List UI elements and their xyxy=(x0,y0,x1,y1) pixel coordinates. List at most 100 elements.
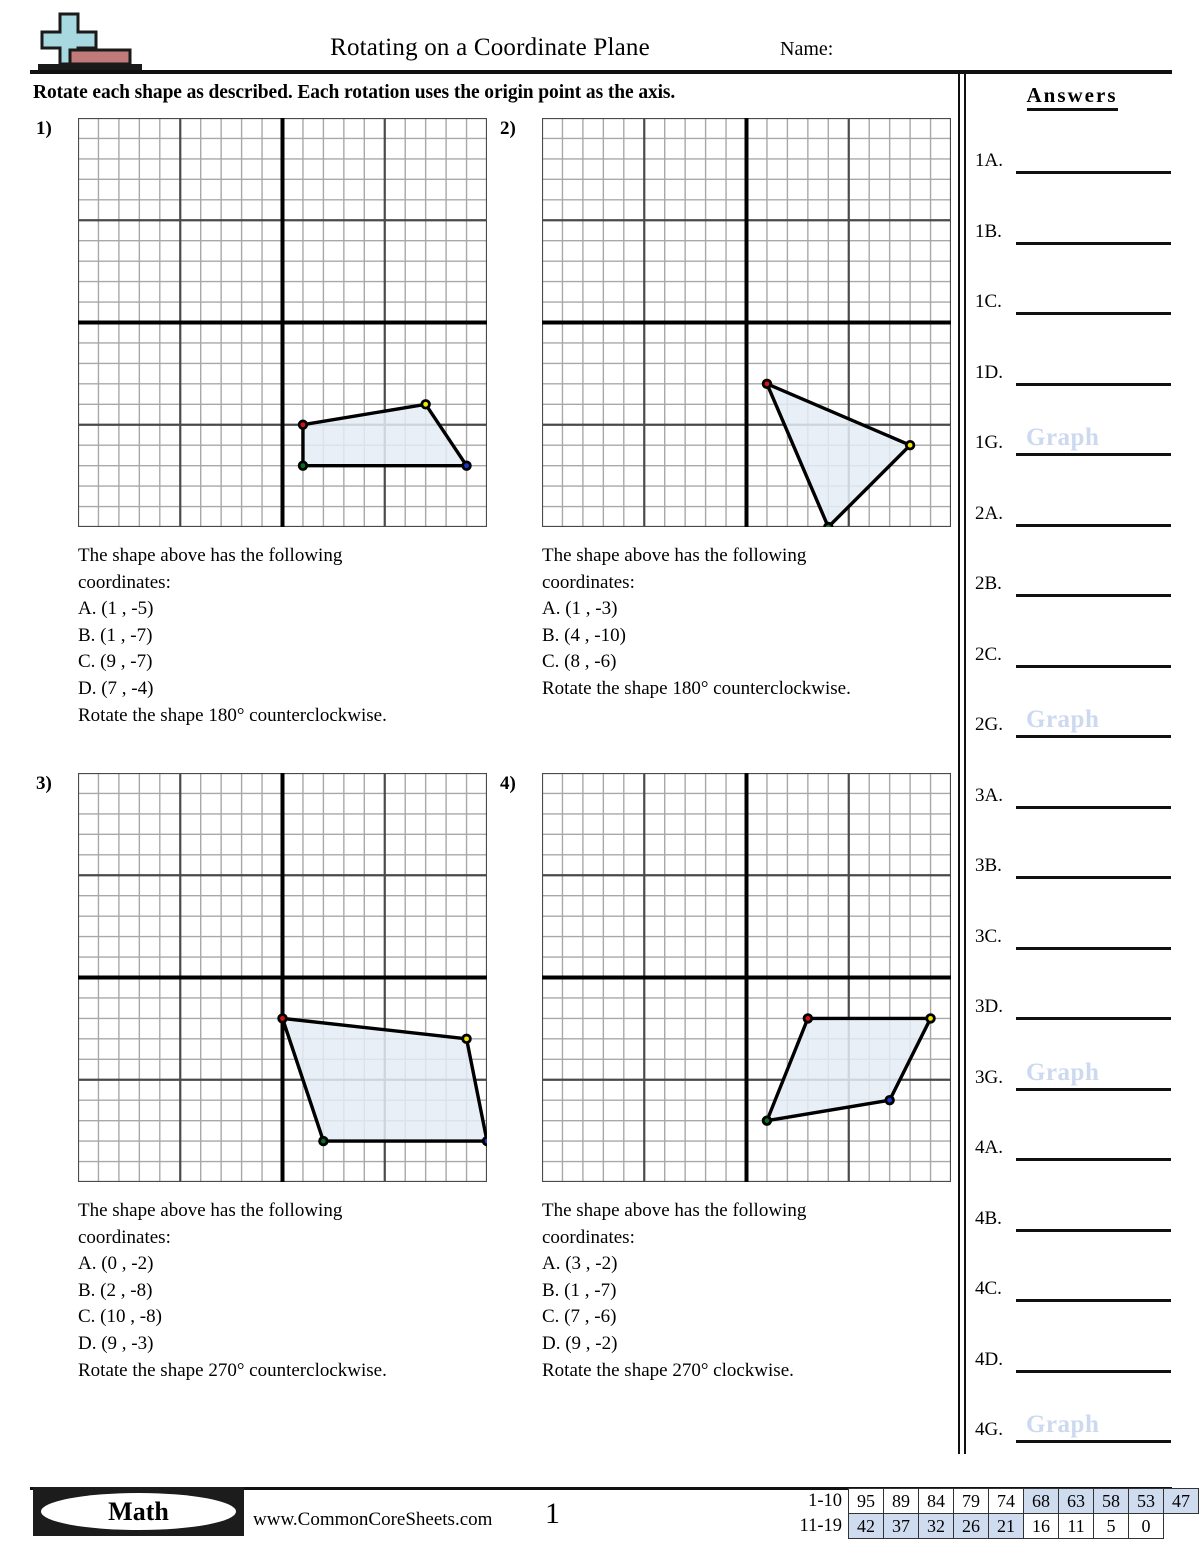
description-line-2: coordinates: xyxy=(78,1226,171,1248)
answer-blank-line[interactable] xyxy=(1016,1440,1171,1443)
answer-blank-line[interactable] xyxy=(1016,594,1171,597)
problem-number: 4) xyxy=(500,773,516,794)
answer-blank-line[interactable] xyxy=(1016,735,1171,738)
answer-label: 2G. xyxy=(975,714,1003,735)
coordinate-item: B. (1 , -7) xyxy=(78,624,153,646)
answer-row[interactable]: 4G. Graph xyxy=(972,1409,1172,1443)
math-logo: Math xyxy=(33,1487,244,1536)
problem-description: The shape above has the following coordin… xyxy=(78,1198,387,1384)
answer-blank-line[interactable] xyxy=(1016,453,1171,456)
coordinate-item: C. (10 , -8) xyxy=(78,1306,162,1328)
score-cell: 58 xyxy=(1093,1488,1129,1514)
answer-label: 4D. xyxy=(975,1348,1003,1370)
score-cell: 32 xyxy=(918,1513,954,1539)
score-row: 11-19 42 37 32 26 21 16 11 5 0 xyxy=(782,1513,1199,1539)
answer-row[interactable]: 3A. xyxy=(972,775,1172,809)
answer-blank-line[interactable] xyxy=(1016,1299,1171,1302)
answer-label: 1G. xyxy=(975,432,1003,453)
description-line-2: coordinates: xyxy=(78,571,171,593)
score-cell: 37 xyxy=(883,1513,919,1539)
graph-container[interactable] xyxy=(78,118,487,527)
answer-row[interactable]: 2A. xyxy=(972,493,1172,527)
answer-blank-line[interactable] xyxy=(1016,312,1171,315)
score-cell: 21 xyxy=(988,1513,1024,1539)
description-line-2: coordinates: xyxy=(542,1226,635,1248)
coordinate-item: D. (7 , -4) xyxy=(78,677,154,699)
answer-row[interactable]: 4A. xyxy=(972,1127,1172,1161)
answer-blank-line[interactable] xyxy=(1016,1087,1171,1091)
problem-number: 1) xyxy=(36,118,52,139)
page-title: Rotating on a Coordinate Plane xyxy=(330,34,650,61)
graph-watermark: Graph xyxy=(1026,1058,1100,1086)
answer-label: 4G. xyxy=(975,1419,1003,1440)
graph-watermark: Graph xyxy=(1026,706,1100,733)
answer-row[interactable]: 3D. xyxy=(972,986,1172,1020)
answers-column: Answers 1A. 1B. 1C. 1D. 1G. Graph 2A. 2B. 2C. 2G.… xyxy=(972,78,1177,1458)
answer-blank-line[interactable] xyxy=(1016,946,1171,950)
answer-blank-line[interactable] xyxy=(1016,1017,1171,1020)
graph-container[interactable] xyxy=(78,773,487,1182)
rotation-instruction: Rotate the shape 180° counterclockwise. xyxy=(78,704,387,726)
graph-container[interactable] xyxy=(542,118,951,527)
answer-blank-line[interactable] xyxy=(1016,171,1171,174)
answer-blank-line[interactable] xyxy=(1016,382,1171,386)
math-logo-text: Math xyxy=(41,1493,236,1530)
coordinate-item: B. (4 , -10) xyxy=(542,624,626,646)
answer-label: 3B. xyxy=(975,855,1002,876)
answer-label: 3A. xyxy=(975,784,1003,806)
answer-row[interactable]: 4D. xyxy=(972,1339,1172,1373)
answer-row[interactable]: 4B. xyxy=(972,1198,1172,1232)
answer-row[interactable]: 3B. xyxy=(972,845,1172,879)
answer-row[interactable]: 3C. xyxy=(972,916,1172,950)
score-cell: 11 xyxy=(1058,1513,1094,1539)
score-cell: 53 xyxy=(1128,1488,1164,1514)
answer-blank-line[interactable] xyxy=(1016,1369,1171,1373)
coordinate-item: B. (1 , -7) xyxy=(542,1279,617,1301)
description-line-1: The shape above has the following xyxy=(78,1200,343,1221)
answer-row[interactable]: 4C. xyxy=(972,1268,1172,1302)
answer-blank-line[interactable] xyxy=(1016,664,1171,668)
coordinate-plane xyxy=(542,118,951,527)
coordinate-plane xyxy=(78,118,487,527)
answer-label: 4B. xyxy=(975,1207,1002,1229)
page-header: Rotating on a Coordinate Plane Name: xyxy=(0,0,1200,74)
coordinate-plane xyxy=(542,773,951,1182)
answer-label: 3D. xyxy=(975,996,1003,1017)
coordinate-item: A. (0 , -2) xyxy=(78,1253,154,1275)
coordinate-item: A. (1 , -3) xyxy=(542,598,618,620)
score-cell: 68 xyxy=(1023,1488,1059,1514)
website-url: www.CommonCoreSheets.com xyxy=(253,1509,493,1530)
answer-blank-line[interactable] xyxy=(1016,1228,1171,1232)
instructions-text: Rotate each shape as described. Each rot… xyxy=(33,82,676,103)
answer-blank-line[interactable] xyxy=(1016,523,1171,527)
score-cell: 74 xyxy=(988,1488,1024,1514)
score-cell: 47 xyxy=(1163,1488,1199,1514)
answer-row[interactable]: 1C. xyxy=(972,281,1172,315)
plus-minus-icon xyxy=(30,6,150,72)
description-line-1: The shape above has the following xyxy=(78,545,343,566)
header-divider xyxy=(30,70,1172,74)
graph-container[interactable] xyxy=(542,773,951,1182)
answer-row[interactable]: 1D. xyxy=(972,352,1172,386)
answer-row[interactable]: 1G. Graph xyxy=(972,422,1172,456)
answer-label: 4C. xyxy=(975,1278,1002,1299)
answer-row[interactable]: 1B. xyxy=(972,211,1172,245)
problem-description: The shape above has the following coordin… xyxy=(78,543,387,729)
name-label[interactable]: Name: xyxy=(780,38,833,61)
answer-blank-line[interactable] xyxy=(1016,805,1171,809)
answer-row[interactable]: 2G. Graph xyxy=(972,704,1172,738)
score-row: 1-10 95 89 84 79 74 68 63 58 53 47 xyxy=(782,1488,1199,1514)
rotation-instruction: Rotate the shape 270° clockwise. xyxy=(542,1359,794,1381)
answers-heading: Answers xyxy=(972,83,1172,111)
answer-row[interactable]: 1A. xyxy=(972,140,1172,174)
answer-blank-line[interactable] xyxy=(1016,1158,1171,1161)
answer-row[interactable]: 2C. xyxy=(972,634,1172,668)
problem-description: The shape above has the following coordin… xyxy=(542,543,851,703)
answer-row[interactable]: 2B. xyxy=(972,563,1172,597)
coordinate-item: C. (9 , -7) xyxy=(78,651,153,673)
answer-blank-line[interactable] xyxy=(1016,876,1171,879)
answer-row[interactable]: 3G. Graph xyxy=(972,1057,1172,1091)
answer-blank-line[interactable] xyxy=(1016,241,1171,245)
rotation-instruction: Rotate the shape 180° counterclockwise. xyxy=(542,677,851,699)
answer-label: 2C. xyxy=(975,643,1002,665)
